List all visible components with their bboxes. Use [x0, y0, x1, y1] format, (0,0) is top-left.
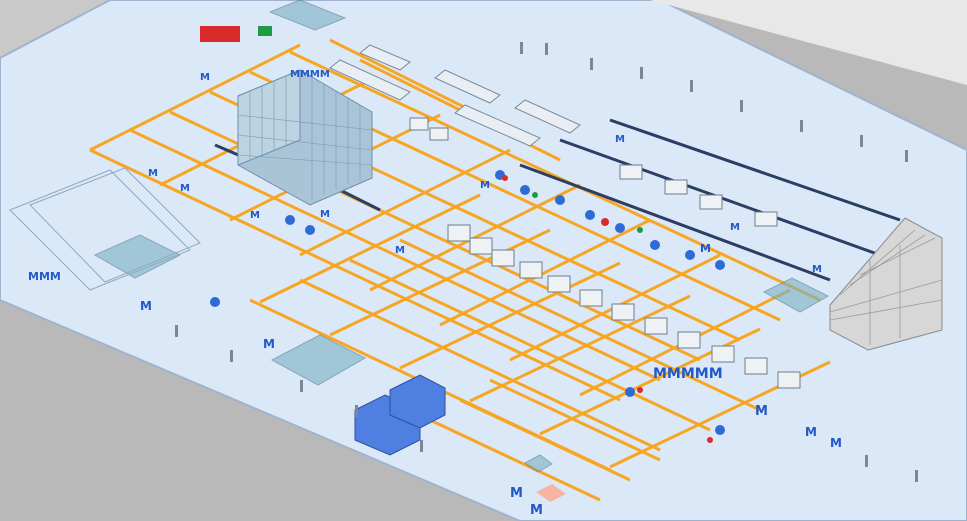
m-badge-icon: M — [320, 209, 330, 220]
m-badge-icon: M — [395, 245, 405, 256]
m-row-3: MMMMM — [653, 366, 723, 382]
m-badge-icon: M — [730, 222, 740, 233]
m-badge-icon: M — [510, 486, 523, 501]
m-badge-icon: M — [805, 425, 817, 439]
m-row-2: MMMM — [290, 69, 330, 80]
m-badge-icon: M — [615, 134, 625, 145]
m-badge-icon: M — [700, 242, 711, 255]
m-badge-icon: M — [812, 264, 822, 275]
m-badge-icon: M — [830, 436, 842, 450]
factory-3d-viewport[interactable]: M M M M M M M M M M M M M M M M M M MMM … — [0, 0, 967, 521]
m-badge-icon: M — [263, 337, 275, 351]
m-badge-icon: M — [140, 299, 152, 313]
m-row-1: MMM — [28, 270, 61, 283]
m-badge-icon: M — [480, 180, 490, 191]
m-badge-icon: M — [530, 503, 543, 518]
m-badge-icon: M — [250, 210, 260, 221]
m-badge-icon: M — [755, 404, 768, 419]
m-badge-icon: M — [200, 72, 210, 83]
factory-scene[interactable]: M M M M M M M M M M M M M M M M M M MMM … — [0, 0, 967, 521]
m-badge-icon: M — [180, 183, 190, 194]
m-badge-icon: M — [148, 168, 158, 179]
